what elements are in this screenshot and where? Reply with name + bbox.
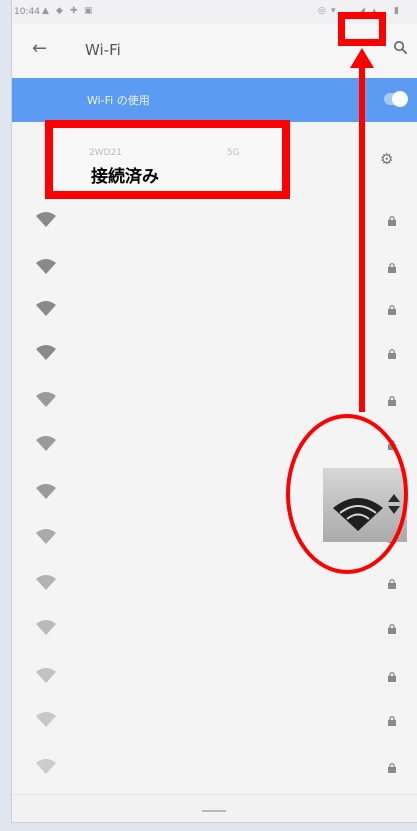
alarm-icon: ◎ <box>318 6 326 16</box>
lock-icon <box>388 671 396 682</box>
lock-icon <box>388 348 396 359</box>
arrow-back-icon[interactable]: ← <box>32 38 47 59</box>
wifi-signal-icon <box>36 301 56 316</box>
navigation-bar <box>12 794 417 822</box>
vibrate-icon: ▾ <box>331 6 336 16</box>
wifi-toggle-label: Wi-Fi の使用 <box>87 94 150 107</box>
pointer-arrow-head <box>350 48 374 68</box>
search-icon[interactable] <box>393 40 408 55</box>
wifi-signal-icon <box>36 484 56 499</box>
network-row[interactable] <box>12 654 417 702</box>
lock-icon <box>388 395 396 406</box>
notification-icon: ▣ <box>84 6 93 16</box>
page-title: Wi-Fi <box>85 41 121 59</box>
zoom-highlight-circle <box>286 414 408 574</box>
home-gesture-pill[interactable] <box>202 810 226 812</box>
lock-icon <box>388 215 396 226</box>
network-row[interactable] <box>12 331 417 379</box>
network-row[interactable] <box>12 198 417 246</box>
status-wifi-highlight-box <box>338 12 386 46</box>
lock-icon <box>388 623 396 634</box>
lock-icon <box>388 304 396 315</box>
network-row[interactable] <box>12 606 417 654</box>
wifi-signal-icon <box>36 392 56 407</box>
wifi-signal-icon <box>36 212 56 227</box>
wifi-signal-icon <box>36 345 56 360</box>
battery-icon: ▮ <box>394 6 399 16</box>
wifi-signal-icon <box>36 436 56 451</box>
gear-icon[interactable]: ⚙ <box>380 150 393 168</box>
notification-icon: ▲ <box>42 6 49 16</box>
lock-icon <box>388 762 396 773</box>
wifi-signal-icon <box>36 259 56 274</box>
lock-icon <box>388 578 396 589</box>
wifi-signal-icon <box>36 759 56 774</box>
network-row[interactable] <box>12 245 417 293</box>
connected-status-label: 接続済み <box>91 167 159 187</box>
notification-icon: ✚ <box>70 6 78 16</box>
wifi-signal-icon <box>36 620 56 635</box>
toggle-knob <box>392 91 408 107</box>
network-row[interactable] <box>12 287 417 335</box>
network-row[interactable] <box>12 698 417 746</box>
lock-icon <box>388 262 396 273</box>
wifi-signal-icon <box>36 529 56 544</box>
network-row[interactable] <box>12 745 417 793</box>
pointer-arrow-line <box>359 60 365 412</box>
wifi-signal-icon <box>36 712 56 727</box>
status-time: 10:44 <box>14 7 40 17</box>
lock-icon <box>388 715 396 726</box>
wifi-toggle-switch[interactable] <box>384 91 408 107</box>
notification-icon: ◆ <box>56 6 63 16</box>
wifi-signal-icon <box>36 668 56 683</box>
wifi-toggle-row[interactable]: Wi-Fi の使用 <box>12 78 417 122</box>
connected-callout-box: 接続済み <box>45 120 290 199</box>
wifi-signal-icon <box>36 575 56 590</box>
